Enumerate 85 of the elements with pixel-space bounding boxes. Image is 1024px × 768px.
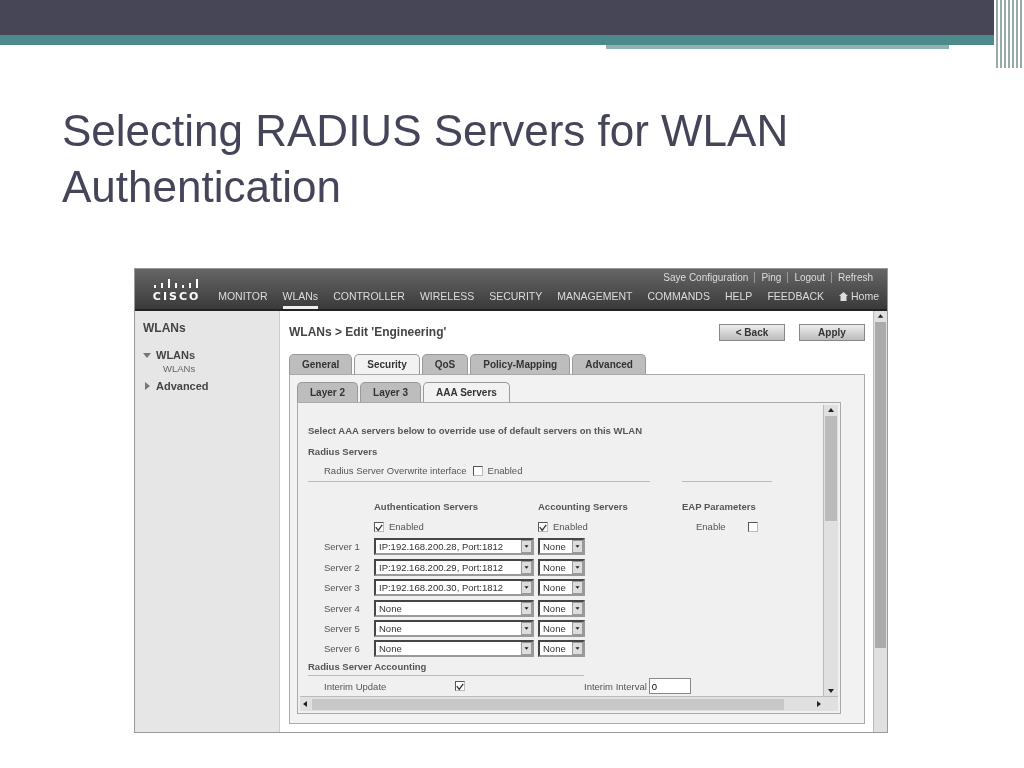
caret-icon [572,540,583,554]
caret-icon [521,581,532,595]
tab[interactable]: Security [354,354,420,374]
nav-item[interactable]: MANAGEMENT [557,290,633,309]
caret-icon [572,601,583,615]
slide-title: Selecting RADIUS Servers for WLAN Authentication [62,105,790,213]
horizontal-scrollbar[interactable] [300,696,838,711]
checkbox[interactable] [472,465,483,476]
field-label: Interim Interval [584,680,647,692]
checkbox-label: Enable [696,521,726,532]
dropdown[interactable]: None [374,619,534,637]
checkbox[interactable] [747,521,758,532]
intro-text: Select AAA servers below to override use of default servers on this WLAN [308,425,643,436]
home-icon [839,291,848,301]
tab[interactable]: AAA Servers [423,382,510,402]
checkbox[interactable] [374,521,384,532]
dropdown[interactable]: None [538,558,585,576]
tab[interactable]: QoS [421,354,469,374]
sidebar-subitem[interactable]: WLANs [163,363,271,374]
nav-item[interactable]: HELP [724,290,753,309]
row-label: Server 2 [323,561,361,573]
sidebar-item[interactable]: Advanced [156,380,209,392]
action-button[interactable]: < Back [719,323,785,341]
caret-icon [572,642,583,656]
section-heading: Radius Servers [308,446,379,457]
page-title: WLANs > Edit 'Engineering' [289,325,448,339]
caret-icon [521,560,532,574]
action-button[interactable]: Apply [799,323,865,341]
logo-text: CISCO [152,289,201,303]
field-label: Radius Server Overwrite interface [324,465,467,477]
nav-item[interactable]: MONITOR [218,290,268,309]
tab[interactable]: Layer 3 [360,382,422,402]
checkbox[interactable] [455,681,465,691]
interval-input[interactable]: 0 [648,678,691,694]
nav-item[interactable]: WIRELESS [419,290,475,309]
dropdown[interactable]: None [538,599,585,617]
dropdown[interactable]: None [538,640,585,658]
caret-icon [521,540,532,554]
sidebar-title: WLANs [143,321,187,335]
checkbox[interactable] [538,521,548,532]
row-label: Server 5 [323,622,361,634]
tab[interactable]: Layer 2 [297,382,359,402]
caret-icon [521,601,532,615]
column-heading: Authentication Servers [374,500,479,512]
tab[interactable]: General [289,354,353,374]
row-label: Server 1 [323,541,361,553]
nav-item[interactable]: SECURITY [489,290,543,309]
sidebar-item[interactable]: WLANs [156,349,196,361]
caret-icon [521,621,532,635]
row-label: Server 4 [323,602,361,614]
field-label: Interim Update [323,680,388,692]
caret-icon [521,642,532,656]
dropdown[interactable]: IP:192.168.200.29, Port:1812 [374,558,534,576]
caret-down-icon[interactable] [143,351,151,359]
header-link[interactable]: Saye Configuration [657,272,755,283]
tab[interactable]: Advanced [572,354,646,374]
row-label: Server 6 [323,643,361,655]
header-link[interactable]: Ping [754,272,788,283]
caret-icon [572,560,583,574]
home-link[interactable]: Home [839,290,879,309]
dropdown[interactable]: IP:192.168.200.28, Port:1812 [374,538,534,556]
column-heading: Accounting Servers [538,500,629,512]
vertical-scrollbar[interactable] [823,405,838,696]
dropdown[interactable]: None [374,599,534,617]
header-link[interactable]: Refresh [831,272,879,283]
header-link[interactable]: Logout [787,272,831,283]
dropdown[interactable]: None [538,538,585,556]
nav-item[interactable]: CONTROLLER [333,290,405,309]
dropdown[interactable]: None [374,640,534,658]
row-label: Server 3 [323,582,361,594]
dropdown[interactable]: None [538,579,585,597]
nav-item[interactable]: FEEDBACK [767,290,824,309]
dropdown[interactable]: None [538,619,585,637]
page-scrollbar[interactable] [873,311,887,732]
section-heading: Radius Server Accounting [308,661,428,673]
checkbox-label: Enabled [553,521,588,532]
nav-item[interactable]: COMMANDS [647,290,710,309]
checkbox-label: Enabled [389,521,424,532]
dropdown[interactable]: IP:192.168.200.30, Port:1812 [374,579,534,597]
caret-right-icon[interactable] [143,382,151,390]
tab[interactable]: Policy-Mapping [470,354,571,374]
caret-icon [572,581,583,595]
checkbox-label: Enabled [487,465,523,477]
caret-icon [572,621,583,635]
column-heading: EAP Parameters [682,500,757,512]
